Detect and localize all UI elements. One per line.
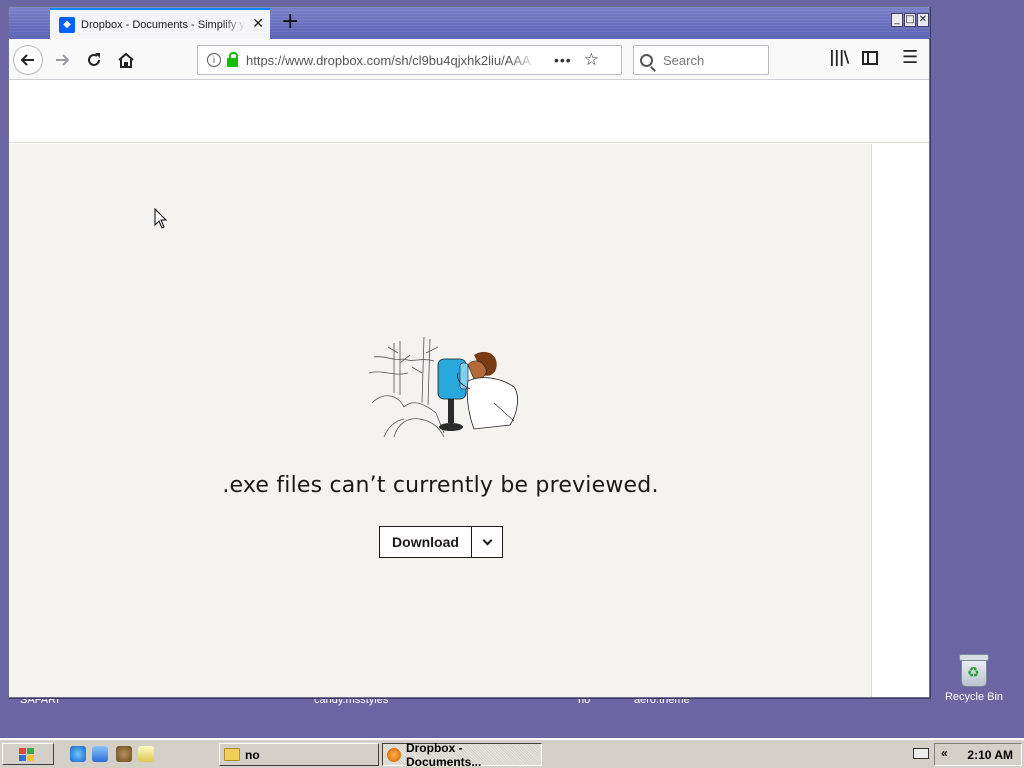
sheep-icon[interactable] [116, 746, 132, 762]
lock-icon[interactable] [227, 51, 238, 67]
windows-logo-icon [19, 748, 34, 761]
tab-dropbox[interactable]: ◆ Dropbox - Documents - Simplify your li… [50, 8, 270, 39]
firefox-icon [387, 747, 401, 762]
info-icon[interactable]: i [207, 53, 221, 67]
back-button[interactable] [13, 45, 43, 75]
back-icon [20, 54, 34, 66]
browser-window: ◆ Dropbox - Documents - Simplify your li… [8, 6, 930, 698]
sidebar-icon[interactable] [862, 51, 878, 65]
dropbox-icon: ◆ [59, 16, 75, 33]
window-controls: _ □ ✕ [891, 13, 929, 27]
close-window-button[interactable]: ✕ [917, 13, 929, 27]
url-text[interactable]: https://www.dropbox.com/sh/cl9bu4qjxhk2l… [246, 53, 538, 68]
search-input[interactable]: Search [633, 45, 769, 75]
chevron-down-icon [482, 535, 492, 545]
reload-button[interactable] [79, 45, 109, 75]
system-tray: 2:10 AM [934, 743, 1022, 766]
forward-icon [56, 54, 70, 66]
viewer-illustration [368, 336, 518, 438]
taskbar-item-dropbox[interactable]: Dropbox - Documents... [382, 740, 542, 768]
search-placeholder: Search [663, 52, 705, 68]
taskbar-item-no[interactable]: no [219, 743, 379, 766]
tab-title: Dropbox - Documents - Simplify your life [81, 18, 246, 31]
download-button[interactable]: Download [380, 527, 471, 557]
minimize-button[interactable]: _ [891, 13, 903, 27]
download-options-button[interactable] [471, 527, 502, 557]
recycle-bin-label: Recycle Bin [944, 691, 1004, 703]
address-bar[interactable]: i https://www.dropbox.com/sh/cl9bu4qjxhk… [197, 45, 622, 75]
taskbar-item-label: Dropbox - Documents... [405, 740, 482, 768]
menu-icon[interactable]: ☰ [902, 47, 918, 68]
download-button-group: Download [379, 526, 503, 558]
preview-unavailable-message: .exe files can’t currently be previewed. [222, 473, 659, 498]
taskbar: no Dropbox - Documents... « 2:10 AM [0, 738, 1024, 768]
star-icon[interactable]: ☆ [584, 50, 599, 70]
ie-icon[interactable] [70, 746, 86, 762]
close-tab-icon[interactable]: ✕ [252, 16, 264, 32]
more-icon[interactable]: ••• [554, 52, 572, 68]
navigation-toolbar: i https://www.dropbox.com/sh/cl9bu4qjxhk… [9, 39, 929, 80]
folder-icon [224, 748, 240, 761]
home-button[interactable] [111, 45, 141, 75]
recycle-bin-icon: ♻ [959, 654, 989, 687]
recycle-bin[interactable]: ♻ Recycle Bin [938, 654, 1010, 703]
page-content: .exe files can’t currently be previewed.… [9, 80, 929, 697]
right-panel [873, 144, 929, 697]
tab-strip: ◆ Dropbox - Documents - Simplify your li… [9, 7, 929, 39]
new-tab-button[interactable]: + [281, 10, 299, 34]
taskbar-item-label: no [245, 747, 260, 762]
forward-button[interactable] [47, 45, 77, 75]
outlook-icon[interactable] [92, 746, 108, 762]
keyboard-icon[interactable] [913, 748, 929, 759]
preview-area: .exe files can’t currently be previewed.… [9, 144, 872, 697]
notepad-icon[interactable] [138, 746, 154, 762]
clock[interactable]: 2:10 AM [967, 748, 1013, 762]
page-header [9, 80, 929, 143]
search-icon [640, 53, 653, 67]
start-button[interactable] [2, 743, 54, 765]
maximize-button[interactable]: □ [904, 13, 916, 27]
reload-icon [88, 53, 100, 66]
home-icon [118, 52, 134, 68]
library-icon[interactable]: |||\ [829, 47, 849, 66]
